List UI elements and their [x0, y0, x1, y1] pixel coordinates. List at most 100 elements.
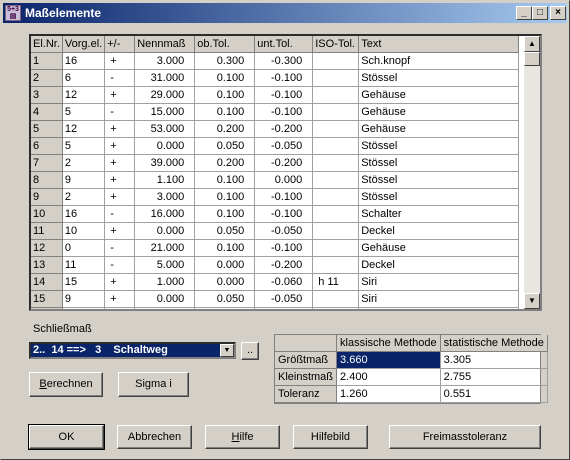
- grid-cell[interactable]: [312, 154, 360, 172]
- grid-cell[interactable]: 0.000: [254, 171, 314, 189]
- grid-cell[interactable]: Siri: [358, 273, 520, 291]
- grid-cell[interactable]: -0.200: [254, 154, 314, 172]
- table-row[interactable]: 13 11-5.000 0.000 -0.200 Deckel: [31, 256, 520, 274]
- grid-cell[interactable]: -0.100: [254, 239, 314, 257]
- column-header[interactable]: El.Nr.: [31, 36, 63, 53]
- results-cell[interactable]: 0.551: [440, 385, 548, 403]
- table-row[interactable]: 7 2 +39.000 0.200 -0.200 Stössel: [31, 154, 520, 172]
- grid-cell[interactable]: Siri: [358, 290, 520, 308]
- grid-cell[interactable]: -0.050: [254, 290, 314, 308]
- grid-cell[interactable]: 16: [62, 52, 106, 70]
- grid-cell[interactable]: +: [104, 52, 136, 70]
- chevron-down-icon[interactable]: ▼: [220, 344, 234, 357]
- grid-cell[interactable]: Stössel: [358, 154, 520, 172]
- grid-cell[interactable]: 0.200: [194, 120, 256, 138]
- grid-cell[interactable]: [312, 307, 360, 309]
- help-image-button[interactable]: Hilfebild: [293, 425, 368, 449]
- grid-cell[interactable]: 21.000: [134, 239, 196, 257]
- grid-cell[interactable]: 0.100: [194, 86, 256, 104]
- elements-grid[interactable]: El.Nr. Vorg.el. +/- Nennmaß ob.Tol. unt.Tol. I…: [29, 34, 542, 311]
- free-tolerance-button[interactable]: Freimasstoleranz: [389, 425, 541, 449]
- table-row[interactable]: 3 12 +29.000 0.100 -0.100 Gehäuse: [31, 86, 520, 104]
- grid-cell[interactable]: 0.000: [134, 307, 196, 309]
- grid-cell[interactable]: 0.100: [194, 239, 256, 257]
- grid-cell[interactable]: -0.100: [254, 188, 314, 206]
- grid-cell[interactable]: -: [104, 103, 136, 121]
- column-header[interactable]: ob.Tol.: [194, 36, 256, 53]
- app-icon[interactable]: 5+3 ▤: [5, 5, 21, 21]
- grid-cell[interactable]: -0.060: [254, 273, 314, 291]
- grid-cell[interactable]: 0.000: [194, 256, 256, 274]
- grid-cell[interactable]: 0.100: [194, 205, 256, 223]
- grid-cell[interactable]: 11: [62, 256, 106, 274]
- sigma-button[interactable]: Sigma i: [118, 372, 189, 397]
- grid-cell[interactable]: 5.000: [134, 256, 196, 274]
- table-row[interactable]: 14 15 +1.000 0.000 -0.060 h 11 Siri: [31, 273, 520, 291]
- grid-cell[interactable]: Gehäuse: [358, 239, 520, 257]
- grid-cell[interactable]: -0.100: [254, 205, 314, 223]
- grid-cell[interactable]: -: [104, 205, 136, 223]
- grid-cell[interactable]: Schalter: [358, 307, 520, 309]
- grid-cell[interactable]: 0.100: [194, 69, 256, 87]
- grid-cell[interactable]: +: [104, 154, 136, 172]
- grid-cell[interactable]: Stössel: [358, 69, 520, 87]
- grid-cell[interactable]: -0.100: [254, 103, 314, 121]
- grid-cell[interactable]: 0.100: [194, 103, 256, 121]
- grid-cell[interactable]: [312, 188, 360, 206]
- grid-cell[interactable]: [312, 290, 360, 308]
- close-button[interactable]: ×: [550, 6, 566, 20]
- grid-cell[interactable]: 9: [62, 171, 106, 189]
- results-cell[interactable]: 3.305: [440, 351, 548, 369]
- grid-cell[interactable]: 3.000: [134, 188, 196, 206]
- grid-cell[interactable]: 0: [62, 307, 106, 309]
- scroll-up-icon[interactable]: ▲: [524, 36, 540, 52]
- grid-cell[interactable]: Gehäuse: [358, 86, 520, 104]
- grid-cell[interactable]: [312, 52, 360, 70]
- grid-cell[interactable]: 39.000: [134, 154, 196, 172]
- grid-cell[interactable]: +: [104, 86, 136, 104]
- grid-cell[interactable]: Sch.knopf: [358, 52, 520, 70]
- grid-cell[interactable]: 6: [62, 69, 106, 87]
- grid-cell[interactable]: 2: [62, 154, 106, 172]
- grid-cell[interactable]: Stössel: [358, 137, 520, 155]
- grid-cell[interactable]: +: [104, 188, 136, 206]
- grid-cell[interactable]: 5: [62, 103, 106, 121]
- maximize-button[interactable]: □: [532, 6, 548, 20]
- grid-cell[interactable]: -0.300: [254, 52, 314, 70]
- grid-cell[interactable]: Gehäuse: [358, 120, 520, 138]
- grid-cell[interactable]: -0.100: [254, 69, 314, 87]
- column-header[interactable]: Vorg.el.: [62, 36, 106, 53]
- grid-cell[interactable]: -: [104, 256, 136, 274]
- grid-cell[interactable]: +: [104, 222, 136, 240]
- grid-cell[interactable]: 5: [62, 137, 106, 155]
- column-header[interactable]: Nennmaß: [134, 36, 196, 53]
- closing-dimension-select[interactable]: 2.. 14 ==> 3 Schaltweg ▼: [29, 342, 236, 359]
- grid-cell[interactable]: 2: [62, 188, 106, 206]
- grid-cell[interactable]: 0.200: [194, 154, 256, 172]
- grid-cell[interactable]: -0.050: [254, 137, 314, 155]
- grid-cell[interactable]: -0.050: [254, 222, 314, 240]
- grid-cell[interactable]: h 11: [312, 273, 360, 291]
- grid-cell[interactable]: 0.100: [194, 188, 256, 206]
- browse-button[interactable]: ..: [241, 342, 259, 360]
- column-header[interactable]: Text: [358, 36, 520, 53]
- grid-cell[interactable]: 16.000: [134, 205, 196, 223]
- table-row[interactable]: 2 6-31.000 0.100 -0.100 Stössel: [31, 69, 520, 87]
- grid-cell[interactable]: +: [104, 273, 136, 291]
- grid-cell[interactable]: Deckel: [358, 256, 520, 274]
- grid-cell[interactable]: [312, 69, 360, 87]
- grid-cell[interactable]: +: [104, 171, 136, 189]
- grid-cell[interactable]: 15.000: [134, 103, 196, 121]
- grid-cell[interactable]: Schalter: [358, 205, 520, 223]
- grid-cell[interactable]: 0.050: [194, 307, 256, 309]
- title-bar[interactable]: 5+3 ▤ Maßelemente _ □ ×: [3, 3, 567, 23]
- cancel-button[interactable]: Abbrechen: [117, 425, 192, 449]
- grid-cell[interactable]: 0.100: [194, 171, 256, 189]
- grid-cell[interactable]: 0.000: [134, 290, 196, 308]
- grid-cell[interactable]: 16: [62, 205, 106, 223]
- grid-cell[interactable]: 0: [62, 239, 106, 257]
- grid-cell[interactable]: 29.000: [134, 86, 196, 104]
- grid-cell[interactable]: 12: [62, 86, 106, 104]
- grid-cell[interactable]: -0.200: [254, 120, 314, 138]
- grid-cell[interactable]: +: [104, 120, 136, 138]
